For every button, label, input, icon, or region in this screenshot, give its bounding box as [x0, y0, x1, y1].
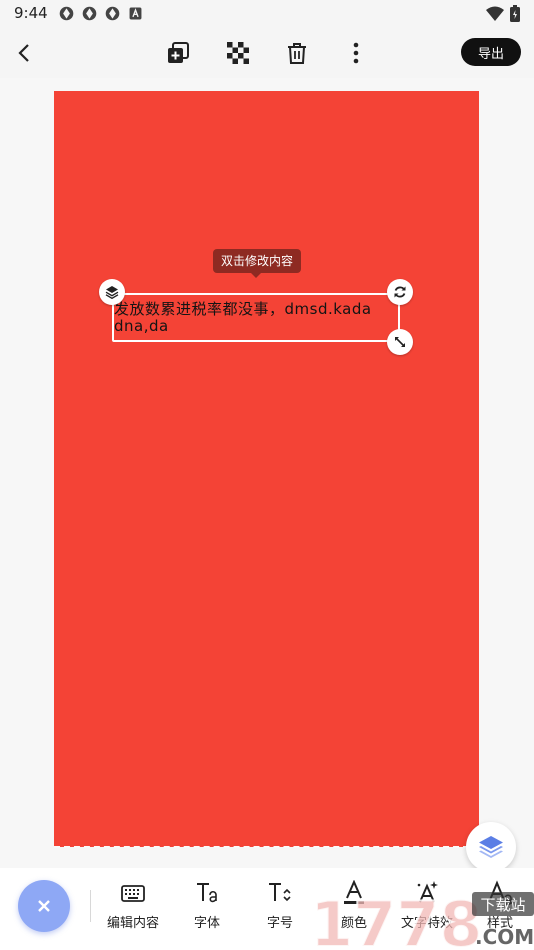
tool-label: 颜色 — [340, 916, 367, 931]
edit-hint-tooltip: 双击修改内容 — [213, 249, 302, 278]
transparency-button[interactable] — [223, 38, 253, 68]
status-time: 9:44 — [14, 4, 48, 22]
rotate-icon — [394, 286, 406, 298]
app-notification-icon — [105, 6, 120, 21]
trash-icon — [288, 43, 306, 64]
poster-canvas[interactable] — [54, 91, 479, 847]
canvas-area: 双击修改内容 发放数累进税率都没事，dmsd.kada dna,da — [0, 78, 534, 872]
delete-button[interactable] — [282, 38, 312, 68]
app-notification-icon — [59, 6, 74, 21]
tool-color[interactable]: 颜色 — [321, 878, 387, 940]
tool-label: 样式 — [486, 916, 513, 931]
layers-stack-icon — [479, 836, 503, 858]
tool-text-effect[interactable]: 文字特效 — [394, 878, 460, 940]
tool-label: 编辑内容 — [106, 916, 159, 931]
status-bar: 9:44 — [0, 0, 534, 28]
text-style-icon — [489, 880, 512, 906]
tool-label: 字号 — [266, 916, 293, 931]
layers-icon — [105, 286, 119, 299]
tool-text-style[interactable]: 样式 — [467, 878, 533, 940]
text-effect-icon — [417, 881, 438, 903]
battery-icon — [510, 5, 520, 22]
toolbar-divider — [90, 890, 91, 922]
bottom-toolbar: 编辑内容 字体 字号 颜色 文字特效 样式 — [0, 868, 534, 950]
wifi-icon — [486, 6, 504, 21]
close-panel-button[interactable] — [18, 880, 70, 932]
app-notification-icon — [82, 6, 97, 21]
tool-label: 文字特效 — [400, 916, 453, 931]
font-icon — [197, 883, 217, 903]
back-button[interactable] — [10, 38, 40, 68]
resize-icon — [395, 337, 405, 347]
tool-font[interactable]: 字体 — [174, 878, 240, 940]
top-toolbar: 导出 — [0, 28, 534, 78]
close-icon — [38, 900, 50, 912]
resize-handle[interactable] — [387, 329, 413, 355]
text-element-content[interactable]: 发放数累进税率都没事，dmsd.kada dna,da — [114, 301, 414, 339]
a-notification-icon — [129, 7, 142, 20]
status-right — [486, 5, 520, 22]
checkerboard-icon — [227, 42, 249, 64]
layer-handle[interactable] — [99, 279, 125, 305]
notification-icons — [58, 5, 144, 22]
keyboard-icon — [121, 885, 145, 902]
text-element[interactable]: 发放数累进税率都没事，dmsd.kada dna,da — [112, 293, 400, 342]
rotate-handle[interactable] — [387, 279, 413, 305]
tool-edit-content[interactable]: 编辑内容 — [100, 878, 166, 940]
more-options-button[interactable] — [341, 38, 371, 68]
tool-label: 字体 — [193, 916, 220, 931]
text-color-icon — [344, 880, 364, 904]
tool-font-size[interactable]: 字号 — [247, 878, 313, 940]
font-size-icon — [269, 883, 291, 902]
add-layer-icon — [168, 42, 189, 63]
poster-bottom-border — [54, 846, 479, 848]
layers-button[interactable] — [466, 822, 516, 872]
back-arrow-icon — [18, 44, 29, 62]
more-vert-icon — [353, 42, 359, 64]
add-layer-button[interactable] — [163, 38, 193, 68]
export-button[interactable]: 导出 — [461, 38, 521, 66]
